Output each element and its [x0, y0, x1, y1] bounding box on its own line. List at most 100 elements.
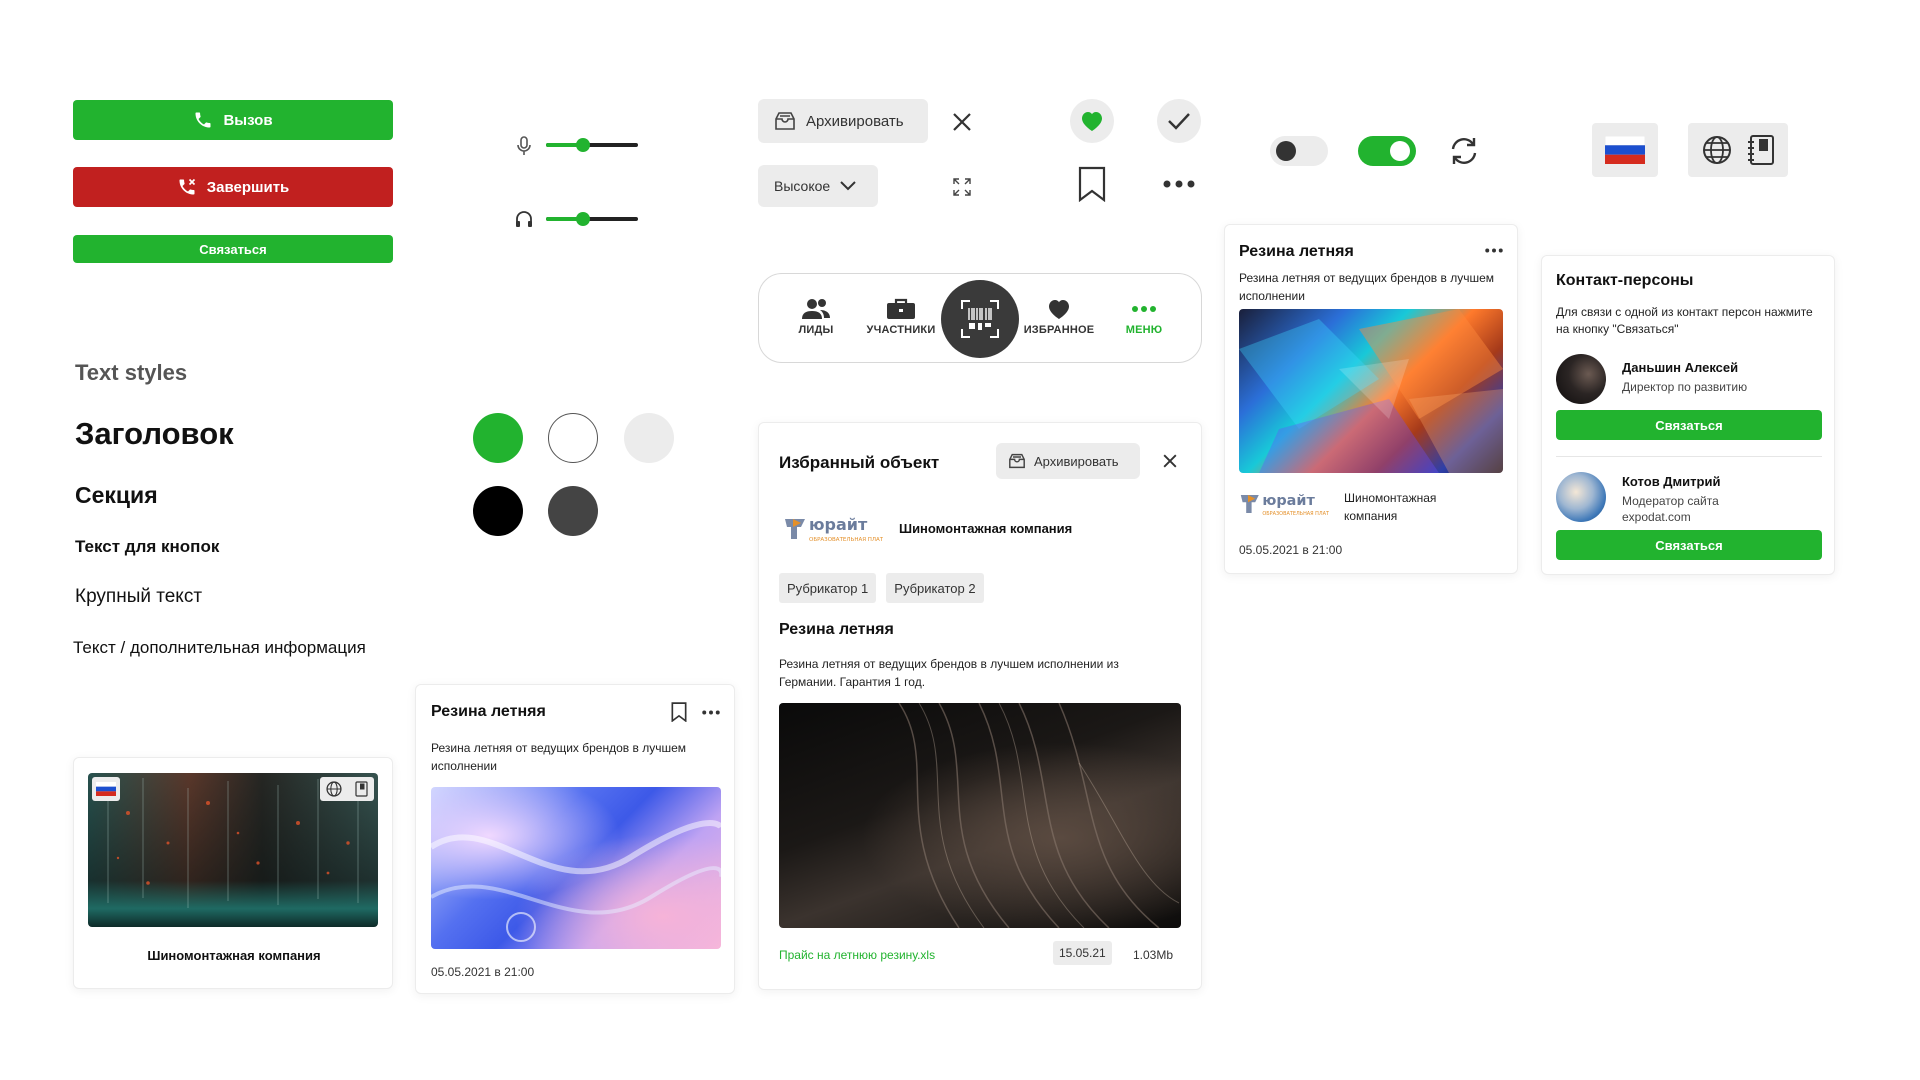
tag-list: Рубрикатор 1 Рубрикатор 2 [779, 573, 984, 603]
archive-button[interactable]: Архивировать [996, 443, 1140, 479]
post-image [431, 787, 721, 949]
contact-role: Директор по развитию [1622, 380, 1748, 394]
microphone-icon [517, 136, 531, 155]
language-flag-button[interactable] [1592, 123, 1658, 177]
yurait-logo: юрайт ОБРАЗОВАТЕЛЬНАЯ ПЛАТФОРМА [1240, 493, 1329, 517]
contact-button-label: Связаться [1655, 417, 1723, 433]
nav-item-favorites[interactable]: ИЗБРАННОЕ [1019, 298, 1099, 336]
nav-item-label: ЛИДЫ [798, 324, 834, 336]
close-icon[interactable] [951, 111, 973, 133]
color-swatch-light-gray [624, 413, 674, 463]
svg-text:ОБРАЗОВАТЕЛЬНАЯ ПЛАТФОРМА: ОБРАЗОВАТЕЛЬНАЯ ПЛАТФОРМА [1262, 511, 1329, 517]
post-date: 05.05.2021 в 21:00 [1239, 543, 1343, 557]
close-icon[interactable] [1162, 453, 1178, 469]
section-sample: Секция [75, 482, 158, 508]
feed-card[interactable]: Резина летняя Резина летняя от ведущих б… [1224, 224, 1518, 574]
svg-text:юрайт: юрайт [1262, 493, 1315, 509]
archive-button-label: Архивировать [806, 112, 904, 130]
archive-button[interactable]: Архивировать [758, 99, 928, 143]
post-card[interactable]: Резина летняя Резина летняя от ведущих б… [415, 684, 735, 994]
phone-hangup-icon [179, 178, 195, 195]
company-logo: юрайт ОБРАЗОВАТЕЛЬНАЯ ПЛАТФОРМА [1239, 489, 1329, 519]
color-swatch-green [473, 413, 523, 463]
fullscreen-icon[interactable] [953, 178, 971, 196]
contact-name: Даньшин Алексей [1622, 360, 1739, 375]
file-size: 1.03Mb [1133, 948, 1174, 962]
more-icon[interactable] [1163, 180, 1195, 188]
contact-button[interactable]: Связаться [1556, 410, 1822, 440]
language-badge [320, 777, 374, 801]
globe-icon[interactable] [326, 781, 342, 797]
contact-button[interactable]: Связаться [1556, 530, 1822, 560]
contact-button-label: Связаться [1655, 537, 1723, 553]
toggle-knob [1390, 141, 1410, 161]
nav-item-label: МЕНЮ [1125, 324, 1163, 336]
headphones-icon [516, 211, 532, 227]
more-icon[interactable] [702, 710, 720, 715]
heart-icon [1049, 300, 1069, 319]
contact-avatar [1556, 354, 1606, 404]
call-button[interactable]: Вызов [73, 100, 393, 140]
headphone-volume-thumb[interactable] [575, 212, 590, 226]
bookmark-icon[interactable] [671, 702, 687, 722]
heart-icon [1082, 112, 1102, 131]
contact-role: Модератор сайта [1622, 494, 1719, 508]
scan-button[interactable] [941, 280, 1019, 358]
russia-flag-icon [1605, 136, 1645, 164]
nav-item-participants[interactable]: УЧАСТНИКИ [861, 298, 941, 336]
globe-icon[interactable] [1702, 135, 1732, 165]
modal-title: Избранный объект [779, 453, 940, 472]
company-logo: юрайт ОБРАЗОВАТЕЛЬНАЯ ПЛАТФОРМА [783, 513, 883, 545]
more-icon[interactable] [1485, 248, 1503, 253]
priority-select[interactable]: Высокое [758, 165, 878, 207]
nav-item-menu[interactable]: МЕНЮ [1104, 298, 1184, 336]
secondary-text-sample: Текст / дополнительная информация [73, 638, 366, 657]
color-swatch-black [473, 486, 523, 536]
file-link[interactable]: Прайс на летнюю резину.xls [779, 948, 935, 962]
heading-sample: Заголовок [75, 416, 234, 451]
post-title: Резина летняя [1239, 243, 1354, 260]
post-image [779, 703, 1181, 928]
archive-button-label: Архивировать [1034, 453, 1119, 469]
contact-website[interactable]: expodat.com [1622, 510, 1691, 524]
headphone-volume-slider[interactable] [546, 212, 638, 226]
archive-icon [1009, 453, 1025, 469]
tag[interactable]: Рубрикатор 2 [886, 573, 984, 603]
favorite-button[interactable] [1070, 99, 1114, 143]
nav-item-leads[interactable]: ЛИДЫ [776, 298, 856, 336]
color-swatch-dark-gray [548, 486, 598, 536]
color-swatch-white [548, 413, 598, 463]
post-title: Резина летняя [431, 703, 546, 720]
file-date: 15.05.21 [1053, 941, 1112, 965]
contacts-title: Контакт-персоны [1556, 272, 1694, 289]
archive-icon [775, 112, 795, 130]
company-name: Шиномонтажная компания [899, 521, 1073, 536]
bookmark-icon[interactable] [1078, 166, 1106, 202]
catalog-book-icon[interactable] [354, 781, 368, 797]
company-card[interactable]: Шиномонтажная компания [73, 757, 393, 989]
company-cover-image [88, 773, 378, 927]
tag[interactable]: Рубрикатор 1 [779, 573, 877, 603]
confirm-button[interactable] [1157, 99, 1201, 143]
barcode-scan-icon [961, 300, 999, 338]
toggle-knob [1276, 141, 1296, 161]
contact-avatar [1556, 472, 1606, 522]
nav-item-label: ИЗБРАННОЕ [1023, 324, 1095, 336]
end-call-button-label: Завершить [206, 178, 290, 196]
catalog-book-icon[interactable] [1747, 134, 1775, 166]
refresh-icon[interactable] [1448, 135, 1480, 167]
mic-volume-slider[interactable] [546, 138, 638, 152]
fluid-paint-texture [431, 820, 721, 942]
end-call-button[interactable]: Завершить [73, 167, 393, 207]
toggle-switch-on[interactable] [1358, 136, 1416, 166]
contact-button-label: Связаться [199, 241, 267, 257]
silk-texture [898, 703, 1180, 928]
post-date: 05.05.2021 в 21:00 [431, 965, 535, 979]
post-description: Резина летняя от ведущих брендов в лучше… [779, 657, 1119, 689]
contacts-card: Контакт-персоны Для связи с одной из кон… [1541, 255, 1835, 575]
priority-select-value: Высокое [774, 178, 831, 194]
post-description: Резина летняя от ведущих брендов в лучше… [431, 741, 687, 773]
contact-button[interactable]: Связаться [73, 235, 393, 263]
mic-volume-thumb[interactable] [575, 138, 590, 152]
toggle-switch-off[interactable] [1270, 136, 1328, 166]
